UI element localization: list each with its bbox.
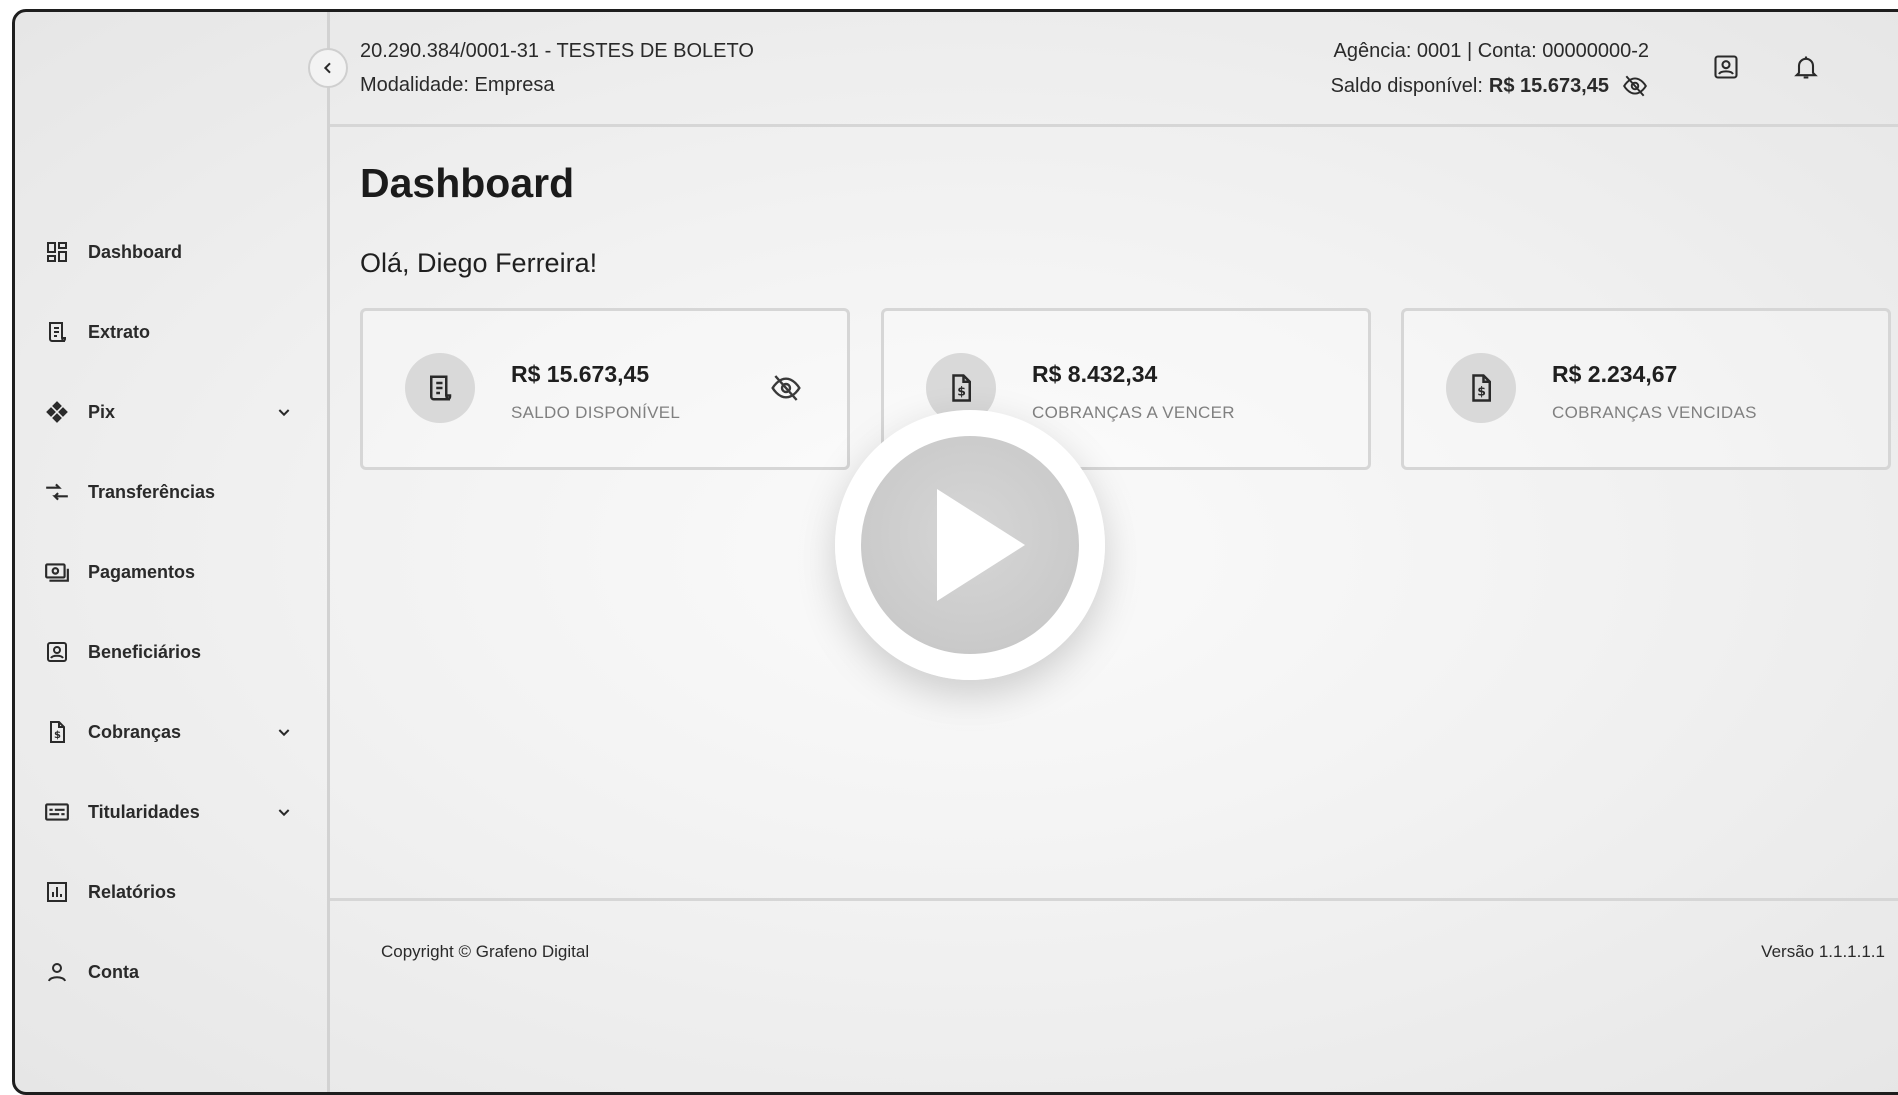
sidebar-item-label: Beneficiários <box>88 641 202 662</box>
page-title: Dashboard <box>360 160 575 206</box>
app-window: Dashboard Extrato Pix Transferências Pag… <box>12 9 1898 1095</box>
sidebar: Dashboard Extrato Pix Transferências Pag… <box>15 12 330 1092</box>
card-value: R$ 8.432,34 <box>1032 361 1158 387</box>
svg-text:$: $ <box>54 730 61 741</box>
sidebar-item-dashboard[interactable]: Dashboard <box>15 222 327 282</box>
sidebar-item-pagamentos[interactable]: Pagamentos <box>15 542 327 602</box>
beneficiary-icon <box>43 638 71 666</box>
chevron-left-icon <box>320 60 336 76</box>
sidebar-item-transferencias[interactable]: Transferências <box>15 462 327 522</box>
card-label: SALDO DISPONÍVEL <box>511 403 681 422</box>
eye-off-icon[interactable] <box>769 371 803 405</box>
company-name: 20.290.384/0001-31 - TESTES DE BOLETO <box>360 40 754 62</box>
pix-icon <box>43 398 71 426</box>
card-value: R$ 15.673,45 <box>511 361 650 387</box>
chevron-down-icon[interactable] <box>273 801 295 823</box>
play-icon <box>911 485 1029 605</box>
play-button[interactable] <box>835 410 1105 680</box>
sidebar-item-label: Pix <box>88 401 116 422</box>
report-icon <box>43 878 71 906</box>
greeting: Olá, Diego Ferreira! <box>360 248 598 278</box>
sidebar-item-relatorios[interactable]: Relatórios <box>15 862 327 922</box>
card-label: COBRANÇAS A VENCER <box>1032 403 1235 422</box>
balance-value: R$ 15.673,45 <box>1488 74 1609 97</box>
bell-icon[interactable] <box>1791 52 1821 82</box>
sidebar-item-cobrancas[interactable]: $ Cobranças <box>15 702 327 762</box>
user-icon <box>43 958 71 986</box>
version: Versão 1.1.1.1.1 <box>1761 942 1885 961</box>
sidebar-item-conta[interactable]: Conta <box>15 942 327 1002</box>
invoice-icon: $ <box>43 718 71 746</box>
sidebar-item-beneficiarios[interactable]: Beneficiários <box>15 622 327 682</box>
account-modality: Modalidade: Empresa <box>360 74 555 96</box>
balance-line: Saldo disponível: R$ 15.673,45 <box>1331 72 1649 100</box>
chevron-down-icon[interactable] <box>273 401 295 423</box>
transfer-icon <box>43 478 71 506</box>
top-bar: 20.290.384/0001-31 - TESTES DE BOLETO Mo… <box>330 12 1898 127</box>
sidebar-item-label: Conta <box>88 961 139 982</box>
copyright: Copyright © Grafeno Digital <box>381 942 590 961</box>
invoice-icon: $ <box>1446 353 1516 423</box>
balance-card: R$ 15.673,45 SALDO DISPONÍVEL <box>360 308 850 470</box>
receipt-icon <box>405 353 475 423</box>
sidebar-item-label: Dashboard <box>88 241 183 262</box>
sidebar-item-label: Relatórios <box>88 881 177 902</box>
svg-text:$: $ <box>957 384 966 399</box>
id-card-icon <box>43 798 71 826</box>
sidebar-item-label: Cobranças <box>88 721 182 742</box>
sidebar-item-label: Extrato <box>88 321 151 342</box>
sidebar-item-extrato[interactable]: Extrato <box>15 302 327 362</box>
contact-icon[interactable] <box>1711 52 1741 82</box>
eye-off-icon[interactable] <box>1621 72 1649 100</box>
account-info: Agência: 0001 | Conta: 00000000-2 <box>1333 40 1649 62</box>
receipt-icon <box>43 318 71 346</box>
card-value: R$ 2.234,67 <box>1552 361 1678 387</box>
sidebar-item-label: Transferências <box>88 481 216 502</box>
sidebar-item-pix[interactable]: Pix <box>15 382 327 442</box>
payments-icon <box>43 558 71 586</box>
dashboard-icon <box>43 238 71 266</box>
svg-text:$: $ <box>1477 384 1486 399</box>
sidebar-item-label: Titularidades <box>88 801 200 822</box>
collapse-sidebar-button[interactable] <box>308 48 348 88</box>
sidebar-item-label: Pagamentos <box>88 561 196 582</box>
chevron-down-icon[interactable] <box>273 721 295 743</box>
card-label: COBRANÇAS VENCIDAS <box>1552 403 1757 422</box>
overdue-invoices-card: $ R$ 2.234,67 COBRANÇAS VENCIDAS <box>1401 308 1891 470</box>
balance-label: Saldo disponível: <box>1330 74 1483 97</box>
sidebar-item-titularidades[interactable]: Titularidades <box>15 782 327 842</box>
footer-divider <box>330 898 1898 901</box>
